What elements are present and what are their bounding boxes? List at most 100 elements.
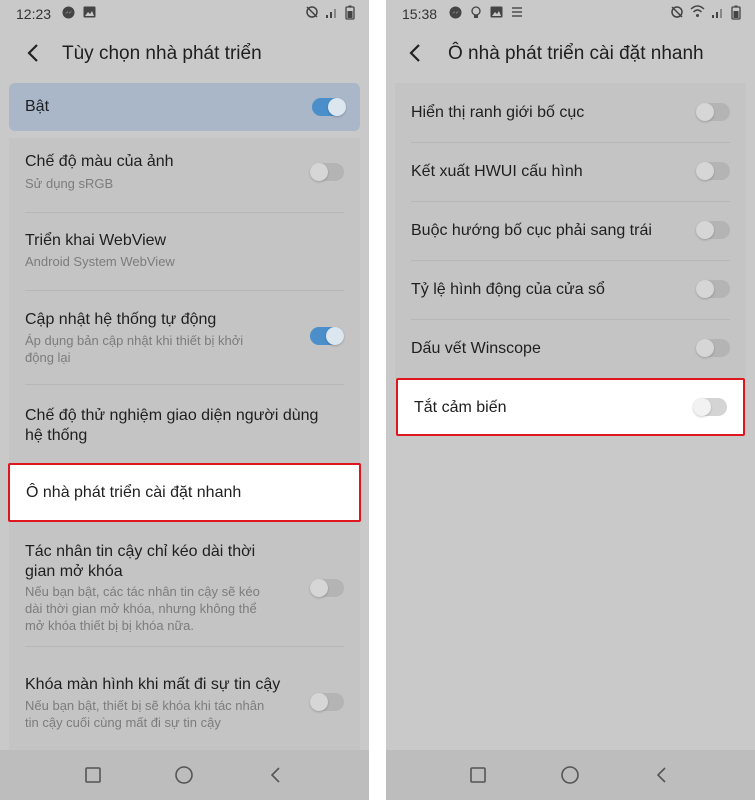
list-icon [511,6,523,22]
app-bar: Ô nhà phát triển cài đặt nhanh [386,28,755,82]
list-item-subtitle-line2: tin cậy cuối cùng mất đi sự tin cậy [25,715,221,730]
sensors-off-toggle[interactable] [693,398,727,416]
toggle-knob [310,693,328,711]
list-item-subtitle-line2: động lại [25,350,71,365]
navigation-bar [0,750,369,800]
master-toggle[interactable] [312,98,346,116]
tile-hwui-rendering[interactable]: Kết xuất HWUI cấu hình [395,143,746,202]
alarm-off-icon [305,5,319,23]
back-arrow-icon[interactable] [402,40,428,66]
back-arrow-icon[interactable] [20,40,46,66]
toggle-knob [696,339,714,357]
list-item-auto-update[interactable]: Cập nhật hệ thống tự động Áp dụng bản cậ… [9,291,360,383]
toggle-knob [310,579,328,597]
toggle-knob [693,398,711,416]
signal-icon [325,5,339,23]
right-screen: 15:38 Ô nhà phát triển cài đặt nhanh Hiể… [386,0,755,800]
list-item-subtitle-line2: dài thời gian mở khóa, nhưng không thể [25,601,257,616]
toggle-knob [328,98,346,116]
tiles-list: Hiển thị ranh giới bố cục Kết xuất HWUI … [395,83,746,378]
winscope-toggle[interactable] [696,339,730,357]
toggle-knob [696,103,714,121]
auto-update-toggle[interactable] [310,327,344,345]
list-item-subtitle-line1: Nếu bạn bật, các tác nhân tin cậy sẽ kéo [25,584,260,599]
settings-list-lower: Tác nhân tin cậy chỉ kéo dài thời gian m… [9,522,360,750]
tile-force-rtl[interactable]: Buộc hướng bố cục phải sang trái [395,202,746,261]
page-title: Ô nhà phát triển cài đặt nhanh [448,43,704,64]
lock-on-trust-loss-toggle[interactable] [310,693,344,711]
toggle-knob [696,162,714,180]
back-nav-icon[interactable] [651,764,673,786]
list-item-webview[interactable]: Triển khai WebView Android System WebVie… [9,213,360,287]
list-item-title: Tỷ lệ hình động của cửa sổ [411,281,605,298]
toggle-knob [696,280,714,298]
navigation-bar [386,750,755,800]
notification-icons [62,6,96,22]
master-switch-label: Bật [25,98,50,115]
list-item-subtitle-line3: mở khóa thiết bị bị khóa nữa. [25,618,194,633]
force-rtl-toggle[interactable] [696,221,730,239]
master-switch-row[interactable]: Bật [9,83,360,131]
list-item-subtitle-line1: Nếu bạn bật, thiết bị sẽ khóa khi tác nh… [25,698,265,713]
separator [369,0,386,800]
tile-layout-bounds[interactable]: Hiển thị ranh giới bố cục [395,83,746,142]
list-item-color-mode[interactable]: Chế độ màu của ảnh Sử dụng sRGB [9,138,360,212]
status-time: 12:23 [16,6,52,22]
list-item-title: Tắt cảm biến [414,399,507,416]
list-item-trust-agents[interactable]: Tác nhân tin cậy chỉ kéo dài thời gian m… [9,522,360,642]
page-title: Tùy chọn nhà phát triển [62,43,262,64]
list-item-title: Dấu vết Winscope [411,340,541,357]
notification-icons [449,6,523,22]
list-item-title-line1: Tác nhân tin cậy chỉ kéo dài thời [25,543,256,560]
layout-bounds-toggle[interactable] [696,103,730,121]
toggle-knob [696,221,714,239]
list-item-title: Hiển thị ranh giới bố cục [411,104,585,121]
home-icon[interactable] [559,764,581,786]
messenger-icon [62,6,75,22]
app-bar: Tùy chọn nhà phát triển [0,28,369,82]
list-item-title: Kết xuất HWUI cấu hình [411,163,583,180]
list-item-title: Chế độ màu của ảnh [25,153,174,170]
status-time: 15:38 [402,6,438,22]
hwui-toggle[interactable] [696,162,730,180]
list-item-title-line2: hệ thống [25,427,88,444]
tile-winscope-trace[interactable]: Dấu vết Winscope [395,320,746,378]
list-item-title-line1: Chế độ thử nghiệm giao diện người dùng [25,407,319,424]
signal-icon [711,5,725,23]
list-item-subtitle-line1: Áp dụng bản cập nhật khi thiết bị khởi [25,333,244,348]
home-icon[interactable] [173,764,195,786]
battery-icon [731,5,741,23]
messenger-icon [449,6,462,22]
list-item-title-line2: gian mở khóa [25,563,123,580]
battery-icon [345,5,355,23]
tile-window-animation-scale[interactable]: Tỷ lệ hình động của cửa sổ [395,261,746,320]
recents-icon[interactable] [82,764,104,786]
list-item-subtitle: Android System WebView [25,254,175,269]
system-icons [305,5,355,23]
wifi-icon [690,5,705,23]
list-item-title: Buộc hướng bố cục phải sang trái [411,222,652,239]
list-item-title: Khóa màn hình khi mất đi sự tin cậy [25,676,281,693]
highlighted-quick-settings-tiles[interactable]: Ô nhà phát triển cài đặt nhanh [8,463,361,522]
list-item-title: Cập nhật hệ thống tự động [25,311,217,328]
status-bar: 15:38 [386,0,755,28]
list-item-system-ui-demo[interactable]: Chế độ thử nghiệm giao diện người dùng h… [9,385,360,463]
list-item-subtitle: Sử dụng sRGB [25,176,114,191]
system-icons [670,5,741,23]
toggle-knob [310,163,328,181]
highlighted-sensors-off[interactable]: Tắt cảm biến [396,378,745,436]
bulb-icon [470,6,482,22]
status-bar: 12:23 [0,0,369,28]
trust-agents-toggle[interactable] [310,579,344,597]
left-screen: 12:23 Tùy chọn nhà phát triển Bật Chế độ… [0,0,369,800]
back-nav-icon[interactable] [265,764,287,786]
recents-icon[interactable] [467,764,489,786]
list-item-title: Ô nhà phát triển cài đặt nhanh [26,484,242,501]
window-animation-toggle[interactable] [696,280,730,298]
color-mode-toggle[interactable] [310,163,344,181]
image-icon [83,6,96,22]
toggle-knob [326,327,344,345]
list-item-title: Triển khai WebView [25,232,167,249]
image-icon [490,6,503,22]
list-item-lock-on-trust-loss[interactable]: Khóa màn hình khi mất đi sự tin cậy Nếu … [9,647,360,737]
